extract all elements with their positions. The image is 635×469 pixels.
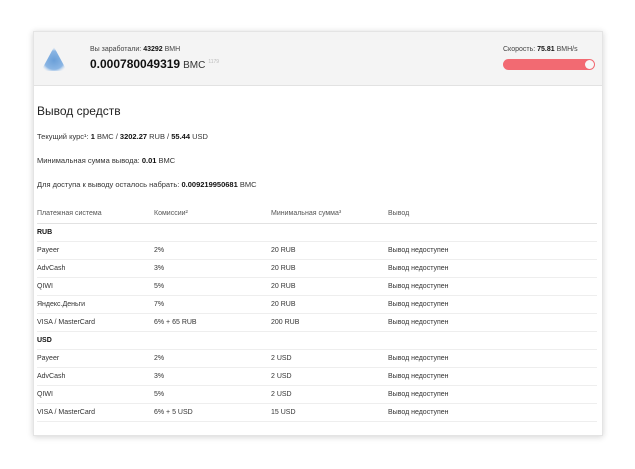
speed-label-text: Скорость: [503,46,536,53]
withdraw-content: Вывод средств Текущий курс¹: 1 BMC / 320… [34,86,602,422]
cell-system: AdvCash [37,259,154,278]
table-row: AdvCash 3% 2 USD Вывод недоступен [37,367,597,386]
rate-bmc-unit: BMC / [96,132,118,141]
earned-label-text: Вы заработали: [90,46,142,53]
min-label: Минимальная сумма вывода: [37,156,140,165]
cell-system: QIWI [37,385,154,404]
rate-usd-unit: USD [192,132,208,141]
table-row: QIWI 5% 20 RUB Вывод недоступен [37,277,597,296]
earned-label: Вы заработали: 43292 BMH [90,46,180,53]
cell-min-amount: 20 RUB [271,295,388,314]
remaining-to-withdraw: Для доступа к выводу осталось набрать: 0… [37,180,602,189]
speed-bar [503,59,595,70]
table-row: Payeer 2% 2 USD Вывод недоступен [37,349,597,368]
balance-sup: 1179 [208,59,220,65]
speed-bar-knob [585,60,594,69]
cell-min-amount: 2 USD [271,367,388,386]
cell-withdraw-status: Вывод недоступен [388,241,597,260]
cell-system: AdvCash [37,367,154,386]
table-group-row: USD [37,331,597,350]
top-stats-bar: Вы заработали: 43292 BMH 0.000780049319 B… [34,32,602,86]
cell-withdraw-status: Вывод недоступен [388,277,597,296]
remain-value: 0.009219950681 [181,180,238,189]
min-unit: BMC [158,156,176,165]
cell-fee: 2% [154,349,271,368]
cell-system: QIWI [37,277,154,296]
cell-min-amount: 2 USD [271,349,388,368]
speed-bar-fill [503,59,595,70]
cell-fee: 5% [154,385,271,404]
table-header-row: Платежная система Комиссии² Минимальная … [37,209,597,224]
remain-label: Для доступа к выводу осталось набрать: [37,180,180,189]
min-value: 0.01 [141,156,157,165]
cell-fee: 7% [154,295,271,314]
logo-icon [41,47,67,71]
col-header-system: Платежная система [37,209,154,224]
balance-unit: BMC [183,60,206,71]
current-rate: Текущий курс¹: 1 BMC / 3202.27 RUB / 55.… [37,132,602,141]
cell-fee: 3% [154,259,271,278]
cell-withdraw-status: Вывод недоступен [388,385,597,404]
table-row: Яндекс.Деньги 7% 20 RUB Вывод недоступен [37,295,597,314]
cell-system: Яндекс.Деньги [37,295,154,314]
cell-fee: 3% [154,367,271,386]
cell-min-amount: 15 USD [271,403,388,422]
cell-min-amount: 20 RUB [271,259,388,278]
min-withdrawal: Минимальная сумма вывода: 0.01 BMC [37,156,602,165]
speed-label: Скорость: 75.81 BMH/s [503,46,578,53]
rate-usd: 55.44 [171,132,191,141]
cell-system: Payeer [37,241,154,260]
cell-withdraw-status: Вывод недоступен [388,295,597,314]
rate-label: Текущий курс¹: [37,132,89,141]
cell-fee: 6% + 65 RUB [154,313,271,332]
balance-value: 0.000780049319 [90,57,181,71]
cell-min-amount: 2 USD [271,385,388,404]
speed-value: 75.81 [537,46,555,53]
remain-unit: BMC [239,180,257,189]
cell-system: VISA / MasterCard [37,403,154,422]
cell-withdraw-status: Вывод недоступен [388,367,597,386]
rate-rub-unit: RUB / [149,132,170,141]
withdrawal-card: Вы заработали: 43292 BMH 0.000780049319 B… [33,31,603,436]
cell-fee: 2% [154,241,271,260]
balance: 0.000780049319 BMC 1179 [90,57,219,71]
earned-value: 43292 [143,46,163,53]
page-title: Вывод средств [37,104,121,118]
table-row: QIWI 5% 2 USD Вывод недоступен [37,385,597,404]
table-body: RUB Payeer 2% 20 RUB Вывод недоступен AdvCash… [37,223,597,422]
rate-bmc: 1 [90,132,95,141]
table-row: VISA / MasterCard 6% + 5 USD 15 USD Вывод н… [37,403,597,422]
cell-fee: 6% + 5 USD [154,403,271,422]
cell-system: VISA / MasterCard [37,313,154,332]
cell-min-amount: 200 RUB [271,313,388,332]
col-header-min-amount: Минимальная сумма³ [271,209,388,224]
col-header-fees: Комиссии² [154,209,271,224]
table-row: Payeer 2% 20 RUB Вывод недоступен [37,241,597,260]
cell-withdraw-status: Вывод недоступен [388,349,597,368]
cell-withdraw-status: Вывод недоступен [388,259,597,278]
cell-min-amount: 20 RUB [271,277,388,296]
cell-system: Payeer [37,349,154,368]
earned-unit: BMH [164,46,181,53]
table-row: VISA / MasterCard 6% + 65 RUB 200 RUB Вывод… [37,313,597,332]
table-row: AdvCash 3% 20 RUB Вывод недоступен [37,259,597,278]
cell-withdraw-status: Вывод недоступен [388,403,597,422]
payment-systems-table: Платежная система Комиссии² Минимальная … [37,209,597,422]
table-group-row: RUB [37,223,597,242]
cell-withdraw-status: Вывод недоступен [388,313,597,332]
rate-rub: 3202.27 [119,132,148,141]
currency-group-label: RUB [37,223,597,242]
cell-fee: 5% [154,277,271,296]
speed-unit: BMH/s [556,46,578,53]
cell-min-amount: 20 RUB [271,241,388,260]
col-header-withdraw: Вывод [388,209,597,224]
currency-group-label: USD [37,331,597,350]
